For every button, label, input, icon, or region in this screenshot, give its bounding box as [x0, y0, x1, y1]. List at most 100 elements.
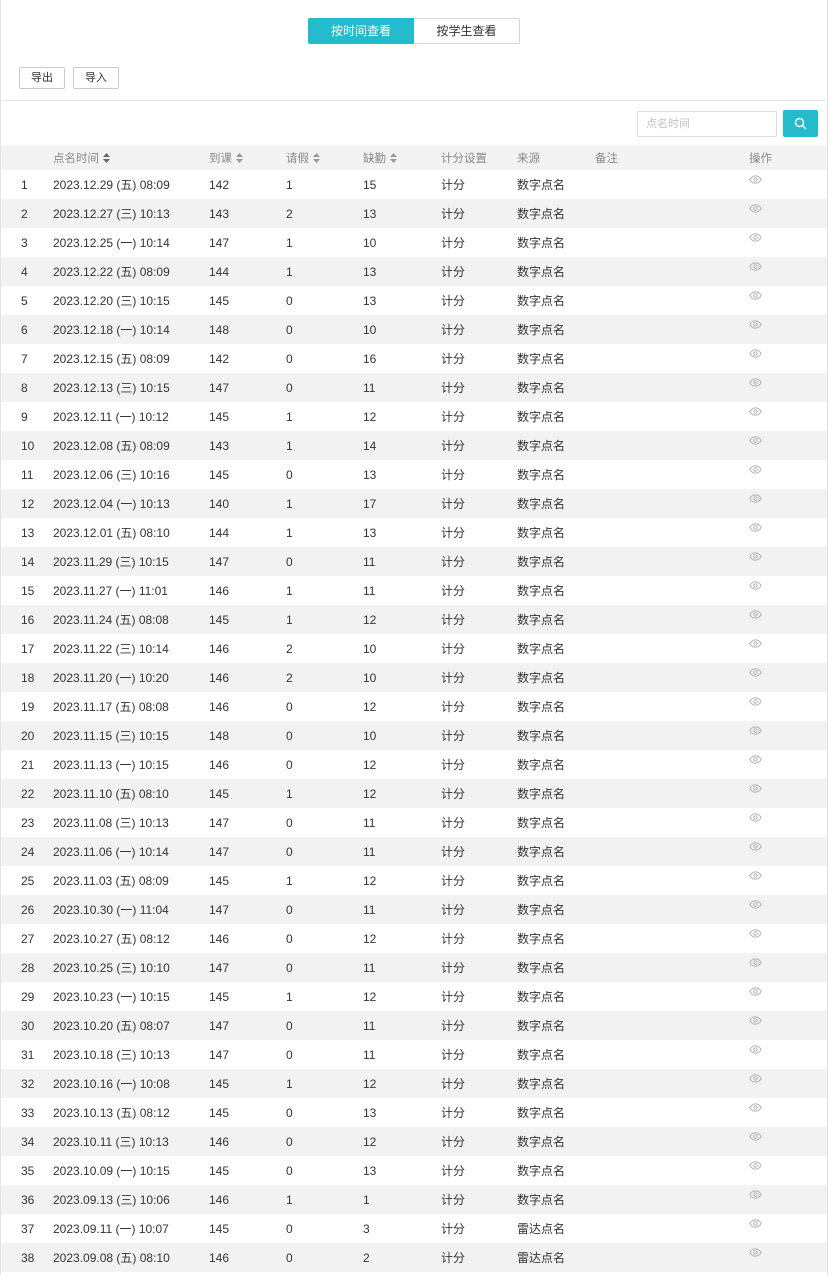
view-detail-button[interactable] [749, 513, 762, 542]
view-detail-button[interactable] [749, 426, 762, 455]
view-detail-button[interactable] [749, 687, 762, 716]
header-present-label: 到课 [209, 152, 232, 165]
view-detail-button[interactable] [749, 600, 762, 629]
view-detail-button[interactable] [749, 832, 762, 861]
row-source: 数字点名 [517, 1019, 566, 1033]
row-time: 2023.10.13 (五) 08:12 [53, 1106, 170, 1120]
row-scoring: 计分 [441, 729, 466, 743]
row-index: 31 [21, 1047, 35, 1062]
view-detail-button[interactable] [749, 1151, 762, 1180]
view-detail-button[interactable] [749, 919, 762, 948]
eye-icon [749, 1016, 762, 1025]
view-detail-button[interactable] [749, 1209, 762, 1238]
row-scoring: 计分 [441, 787, 466, 801]
view-detail-button[interactable] [749, 1238, 762, 1267]
view-detail-button[interactable] [749, 716, 762, 745]
row-index: 16 [21, 612, 35, 627]
export-button[interactable]: 导出 [19, 67, 65, 89]
view-detail-button[interactable] [749, 1035, 762, 1064]
eye-icon [749, 1045, 762, 1054]
row-absent: 17 [363, 496, 377, 511]
view-detail-button[interactable] [749, 861, 762, 890]
row-time: 2023.10.20 (五) 08:07 [53, 1019, 170, 1033]
row-time: 2023.10.18 (三) 10:13 [53, 1048, 170, 1062]
row-leave: 1 [286, 786, 293, 801]
header-leave[interactable]: 请假 [286, 145, 320, 170]
view-detail-button[interactable] [749, 368, 762, 397]
row-present: 145 [209, 1163, 230, 1178]
row-present: 146 [209, 1192, 230, 1207]
row-absent: 11 [363, 583, 376, 598]
table-row: 19 2023.11.17 (五) 08:08 146 0 12 计分 数字点名 [1, 692, 827, 721]
row-leave: 1 [286, 409, 293, 424]
view-detail-button[interactable] [749, 397, 762, 426]
tab-by-student[interactable]: 按学生查看 [414, 18, 520, 44]
row-leave: 0 [286, 1163, 293, 1178]
row-index: 38 [21, 1250, 35, 1265]
view-detail-button[interactable] [749, 165, 762, 194]
row-source: 数字点名 [517, 584, 566, 598]
row-time: 2023.12.11 (一) 10:12 [53, 410, 169, 424]
row-time: 2023.11.10 (五) 08:10 [53, 787, 169, 801]
row-absent: 12 [363, 699, 377, 714]
view-detail-button[interactable] [749, 455, 762, 484]
search-button[interactable] [783, 110, 818, 137]
row-scoring: 计分 [441, 207, 466, 221]
view-detail-button[interactable] [749, 571, 762, 600]
header-absent[interactable]: 缺勤 [363, 145, 397, 170]
row-absent: 1 [363, 1192, 370, 1207]
view-detail-button[interactable] [749, 658, 762, 687]
eye-icon [749, 726, 762, 735]
view-detail-button[interactable] [749, 1122, 762, 1151]
view-detail-button[interactable] [749, 1180, 762, 1209]
row-source: 数字点名 [517, 468, 566, 482]
row-time: 2023.11.20 (一) 10:20 [53, 671, 169, 685]
search-input[interactable] [637, 111, 777, 137]
row-present: 147 [209, 1047, 230, 1062]
view-detail-button[interactable] [749, 977, 762, 1006]
view-detail-button[interactable] [749, 194, 762, 223]
view-detail-button[interactable] [749, 803, 762, 832]
row-leave: 1 [286, 1076, 293, 1091]
row-absent: 10 [363, 728, 377, 743]
view-detail-button[interactable] [749, 223, 762, 252]
row-scoring: 计分 [441, 584, 466, 598]
eye-icon [749, 813, 762, 822]
view-detail-button[interactable] [749, 745, 762, 774]
row-time: 2023.12.13 (三) 10:15 [53, 381, 170, 395]
table-row: 4 2023.12.22 (五) 08:09 144 1 13 计分 数字点名 [1, 257, 827, 286]
row-present: 147 [209, 902, 230, 917]
row-absent: 13 [363, 293, 377, 308]
row-leave: 1 [286, 583, 293, 598]
view-detail-button[interactable] [749, 281, 762, 310]
row-leave: 0 [286, 380, 293, 395]
row-absent: 15 [363, 177, 377, 192]
row-present: 146 [209, 1134, 230, 1149]
sort-icon [313, 152, 320, 163]
row-leave: 1 [286, 235, 293, 250]
row-absent: 3 [363, 1221, 370, 1236]
tab-by-time[interactable]: 按时间查看 [308, 18, 414, 44]
view-detail-button[interactable] [749, 542, 762, 571]
eye-icon [749, 494, 762, 503]
view-detail-button[interactable] [749, 774, 762, 803]
import-button[interactable]: 导入 [73, 67, 119, 89]
row-index: 33 [21, 1105, 35, 1120]
header-time[interactable]: 点名时间 [53, 145, 110, 170]
view-detail-button[interactable] [749, 252, 762, 281]
row-source: 数字点名 [517, 526, 566, 540]
header-scoring: 计分设置 [441, 152, 487, 165]
view-detail-button[interactable] [749, 1006, 762, 1035]
view-detail-button[interactable] [749, 1093, 762, 1122]
header-present[interactable]: 到课 [209, 145, 243, 170]
view-detail-button[interactable] [749, 948, 762, 977]
view-detail-button[interactable] [749, 1064, 762, 1093]
view-detail-button[interactable] [749, 310, 762, 339]
view-detail-button[interactable] [749, 629, 762, 658]
eye-icon [749, 349, 762, 358]
row-absent: 13 [363, 264, 377, 279]
view-detail-button[interactable] [749, 339, 762, 368]
view-detail-button[interactable] [749, 890, 762, 919]
row-index: 27 [21, 931, 35, 946]
view-detail-button[interactable] [749, 484, 762, 513]
